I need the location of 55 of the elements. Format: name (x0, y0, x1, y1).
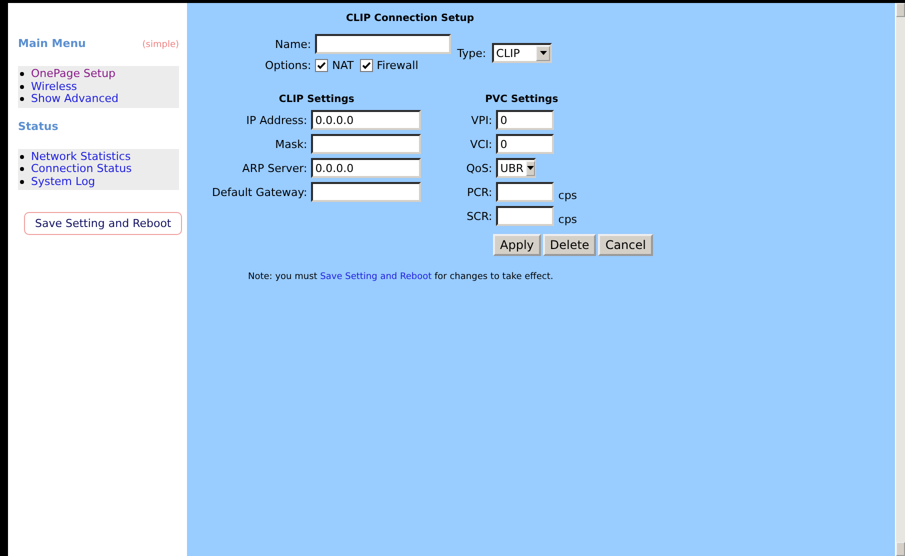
field-label: Options: (265, 59, 312, 72)
section-title: Main Menu (18, 37, 86, 50)
nav-link[interactable]: Wireless (31, 80, 78, 93)
bullet-icon (20, 72, 24, 76)
field-label: Mask: (274, 138, 308, 150)
mode-label: (simple) (142, 40, 179, 50)
dropdown-arrow-icon[interactable] (526, 166, 534, 170)
text-field[interactable]: 0 (496, 134, 554, 154)
note-text: Note: you must Save Setting and Reboot for changes to take effect. (248, 272, 554, 282)
bullet-icon (20, 84, 24, 89)
bullet-icon (20, 180, 24, 184)
unit-label: cps (558, 213, 578, 226)
form-button[interactable]: Delete (542, 234, 596, 256)
nav-link[interactable]: Show Advanced (31, 93, 119, 106)
bullet-icon (20, 167, 24, 172)
type-select[interactable]: CLIP (492, 43, 552, 63)
save-reboot-button[interactable]: Save Setting and Reboot (24, 212, 182, 235)
field-label: Name: (274, 38, 312, 50)
bullet-icon (20, 154, 24, 159)
section-heading: CLIP Settings (278, 94, 356, 105)
section-title: Status (18, 120, 58, 132)
nav-link[interactable]: OnePage Setup (31, 68, 116, 80)
field-label: IP Address: (245, 114, 308, 126)
text-field[interactable]: 0 (496, 110, 554, 130)
qos-select[interactable]: UBR (496, 158, 536, 178)
section-heading: PVC Settings (484, 94, 560, 105)
checkbox-icon[interactable] (360, 59, 373, 72)
page-title: CLIP Connection Setup (344, 13, 476, 24)
nav-link[interactable]: System Log (31, 176, 96, 188)
field-label: ARP Server: (241, 162, 308, 174)
form-button[interactable]: Cancel (598, 234, 653, 256)
field-label: Default Gateway: (212, 186, 308, 198)
field-label: Type: (457, 46, 486, 60)
form-button[interactable]: Apply (493, 234, 541, 256)
text-field[interactable]: 0.0.0.0 (311, 158, 422, 178)
field-label: SCR: (466, 210, 492, 222)
text-field[interactable] (311, 182, 422, 202)
unit-label: cps (558, 189, 578, 202)
field-label: QoS: (466, 162, 492, 174)
field-label: PCR: (466, 186, 492, 198)
nav-link[interactable]: Network Statistics (31, 150, 131, 163)
nav-link[interactable]: Connection Status (31, 163, 132, 176)
text-field[interactable] (496, 206, 554, 226)
field-label: VPI: (470, 114, 492, 126)
text-field[interactable]: 0.0.0.0 (311, 110, 422, 130)
dropdown-arrow-icon[interactable] (540, 51, 547, 55)
name-field[interactable] (315, 34, 452, 54)
checkbox-icon[interactable] (315, 59, 328, 72)
text-field[interactable] (311, 134, 422, 154)
option-checkbox[interactable]: NAT (315, 59, 354, 72)
bullet-icon (20, 97, 24, 102)
save-reboot-link[interactable]: Save Setting and Reboot (320, 272, 432, 282)
option-checkbox[interactable]: Firewall (360, 59, 418, 72)
field-label: VCI: (469, 138, 492, 150)
text-field[interactable] (496, 182, 554, 202)
